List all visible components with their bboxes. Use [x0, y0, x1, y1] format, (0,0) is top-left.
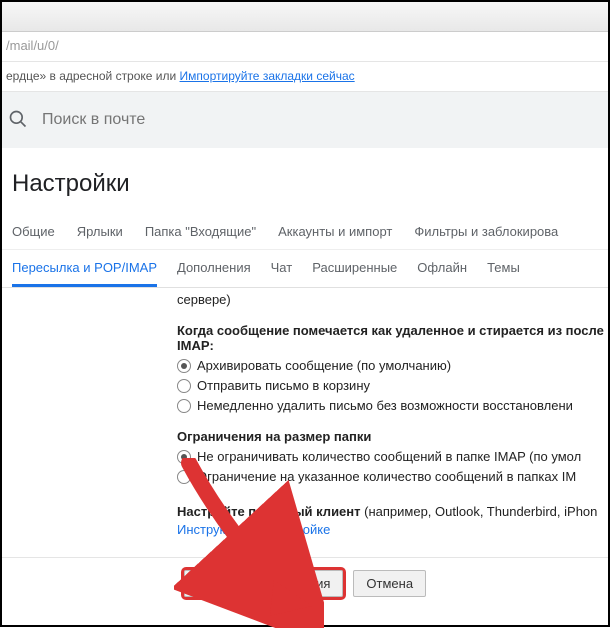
footer-actions: Сохранить изменения Отмена	[2, 557, 608, 613]
search-icon	[8, 109, 28, 132]
opt-no-limit-label: Не ограничивать количество сообщений в п…	[197, 449, 581, 464]
client-heading: Настройте почтовый клиент	[177, 504, 361, 519]
tab-accounts[interactable]: Аккаунты и импорт	[278, 216, 392, 249]
opt-delete-now-label: Немедленно удалить письмо без возможност…	[197, 398, 573, 413]
import-bookmarks-link[interactable]: Импортируйте закладки сейчас	[180, 69, 355, 83]
settings-tabs-row1: Общие Ярлыки Папка "Входящие" Аккаунты и…	[2, 216, 608, 250]
url-text: /mail/u/0/	[6, 38, 59, 53]
radio-no-limit[interactable]	[177, 450, 191, 464]
tab-addons[interactable]: Дополнения	[177, 250, 251, 287]
search-input[interactable]	[42, 111, 442, 129]
cancel-button[interactable]: Отмена	[353, 570, 426, 597]
opt-archive-label: Архивировать сообщение (по умолчанию)	[197, 358, 451, 373]
url-bar[interactable]: /mail/u/0/	[2, 32, 608, 62]
radio-delete-now[interactable]	[177, 399, 191, 413]
opt-trash-label: Отправить письмо в корзину	[197, 378, 370, 393]
client-examples: (например, Outlook, Thunderbird, iPhon	[361, 504, 598, 519]
tab-chat[interactable]: Чат	[271, 250, 293, 287]
folder-limit-heading: Ограничения на размер папки	[177, 429, 608, 444]
page-title: Настройки	[2, 148, 608, 216]
radio-archive[interactable]	[177, 359, 191, 373]
deleted-heading: Когда сообщение помечается как удаленное…	[177, 323, 608, 353]
tab-filters[interactable]: Фильтры и заблокирова	[414, 216, 558, 249]
tab-themes[interactable]: Темы	[487, 250, 520, 287]
tab-fwd-pop-imap[interactable]: Пересылка и POP/IMAP	[12, 250, 157, 287]
radio-limit[interactable]	[177, 470, 191, 484]
tab-general[interactable]: Общие	[12, 216, 55, 249]
settings-tabs-row2: Пересылка и POP/IMAP Дополнения Чат Расш…	[2, 250, 608, 288]
client-instructions-link[interactable]: Инструкции по настройке	[177, 522, 330, 537]
save-button[interactable]: Сохранить изменения	[184, 570, 344, 597]
browser-toolbar	[2, 2, 608, 32]
tab-offline[interactable]: Офлайн	[417, 250, 467, 287]
server-snippet: сервере)	[177, 288, 608, 307]
tab-advanced[interactable]: Расширенные	[312, 250, 397, 287]
tab-labels[interactable]: Ярлыки	[77, 216, 123, 249]
radio-trash[interactable]	[177, 379, 191, 393]
opt-limit-label: Ограничение на указанное количество сооб…	[197, 469, 576, 484]
search-bar[interactable]	[2, 92, 608, 148]
bookmark-hint-text: ердце» в адресной строке или	[6, 69, 180, 83]
settings-content: сервере) Когда сообщение помечается как …	[2, 288, 608, 537]
bookmark-bar-hint: ердце» в адресной строке или Импортируйт…	[2, 62, 608, 92]
tab-inbox[interactable]: Папка "Входящие"	[145, 216, 256, 249]
